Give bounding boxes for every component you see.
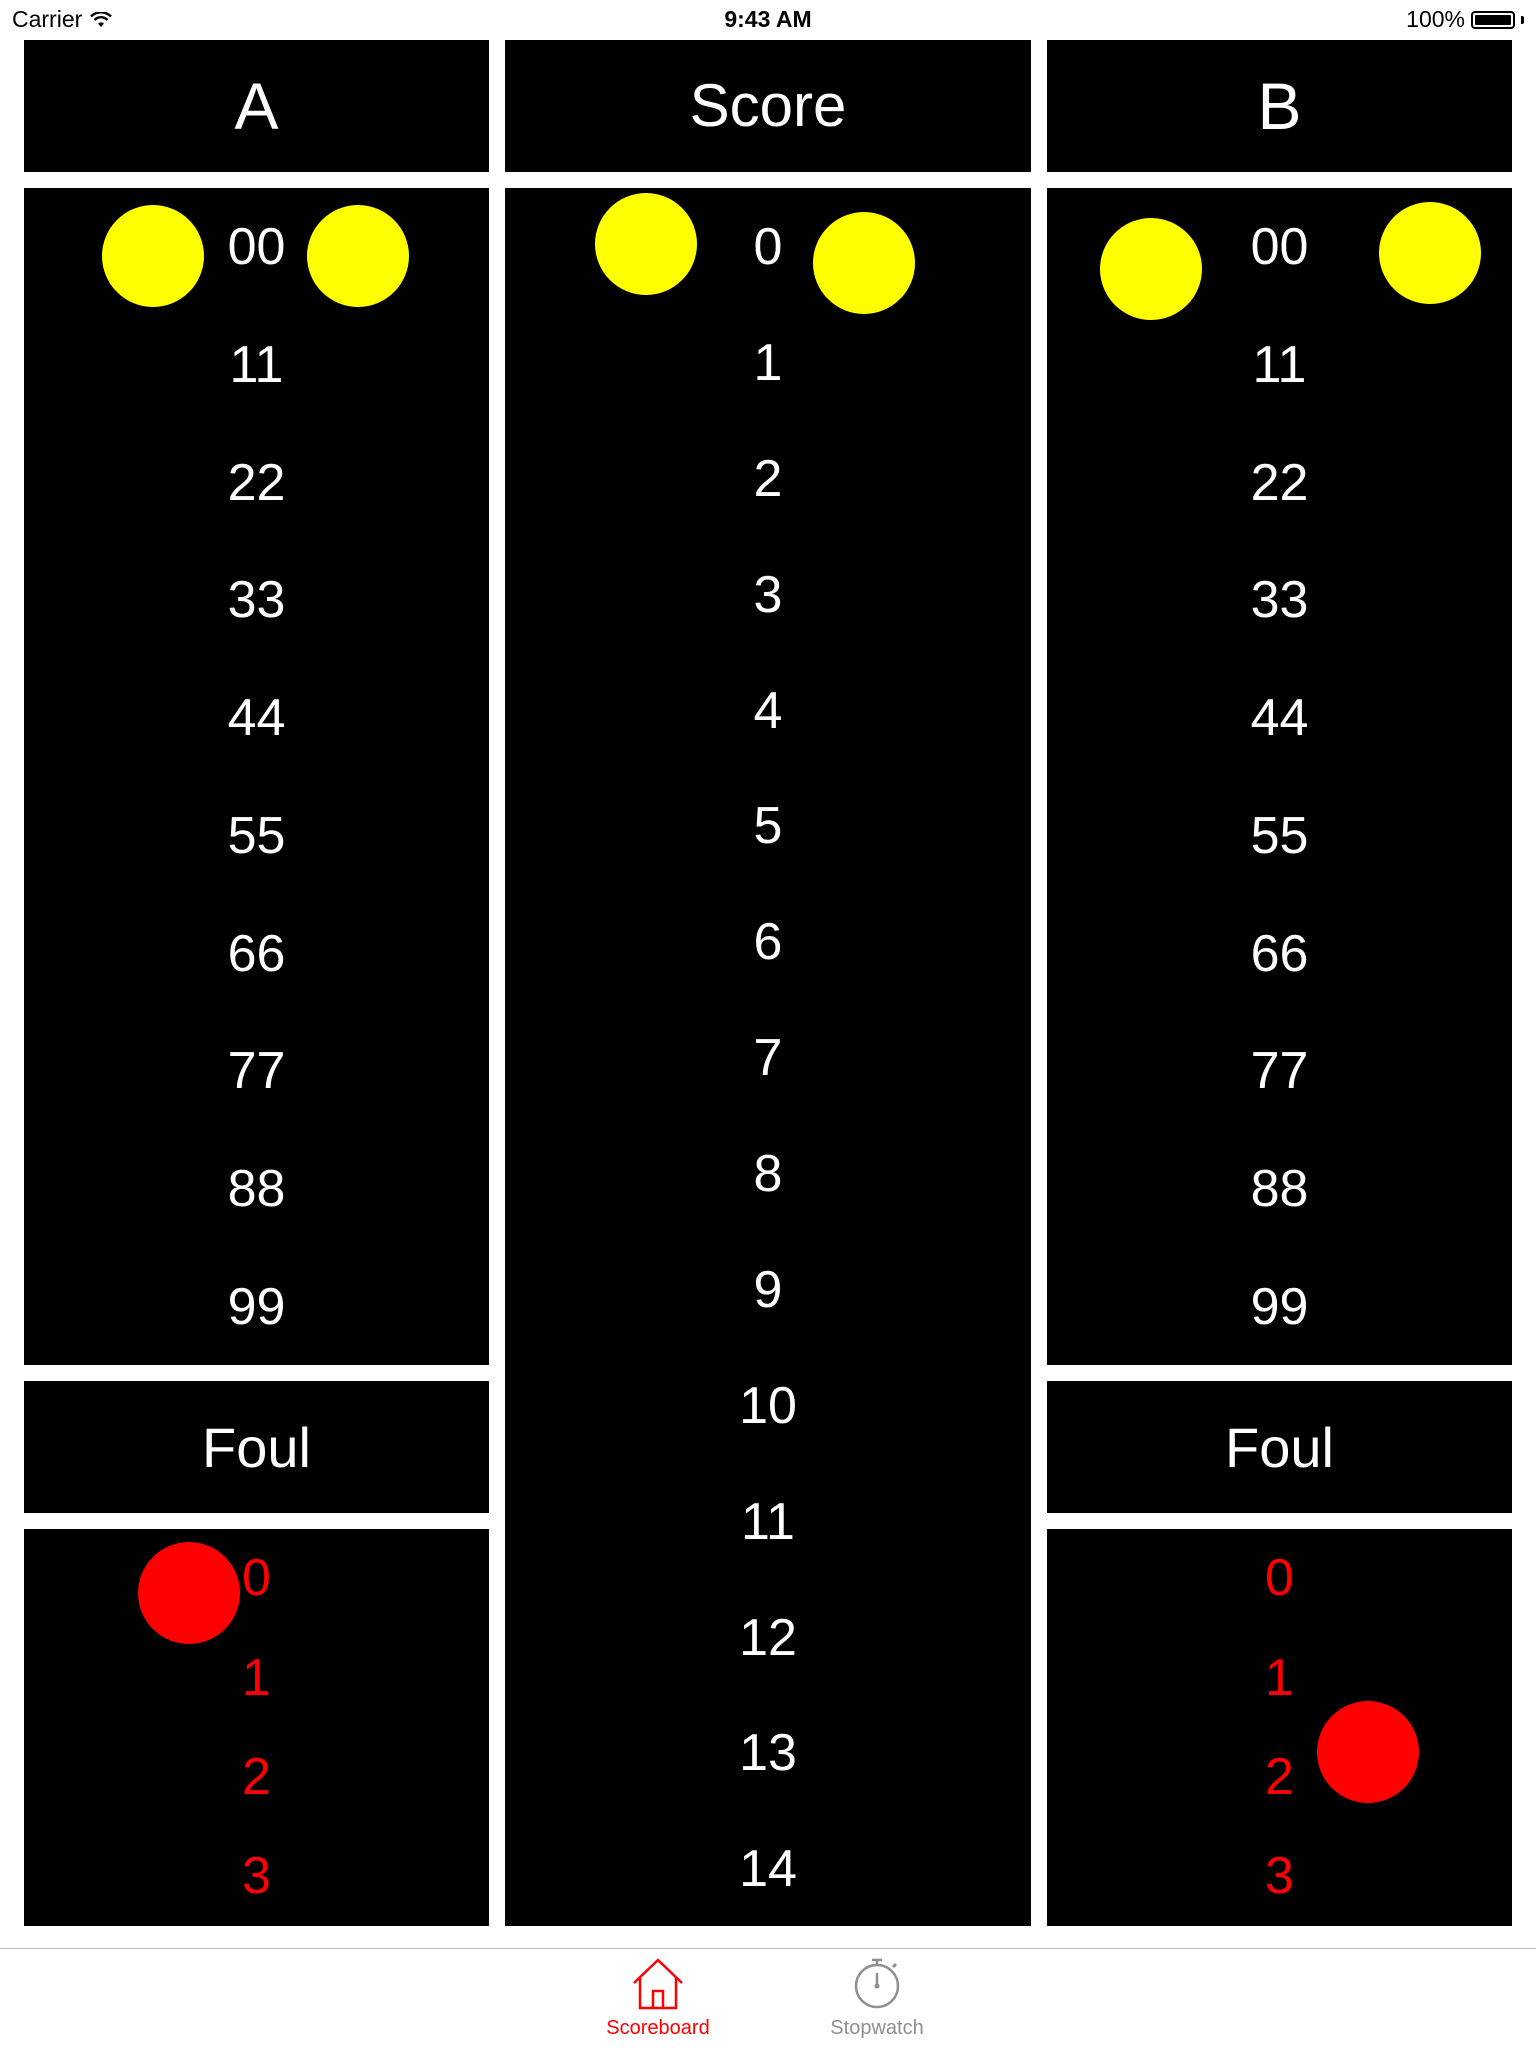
status-bar: Carrier 9:43 AM 100% <box>0 0 1536 40</box>
team-a-foul-option[interactable]: 0 <box>24 1548 489 1608</box>
team-a-foul-picker[interactable]: 0 1 2 3 <box>24 1529 489 1926</box>
team-b-foul-option[interactable]: 3 <box>1047 1846 1512 1906</box>
team-a-header: A <box>24 40 489 172</box>
team-b-score-option[interactable]: 99 <box>1047 1277 1512 1337</box>
score-header: Score <box>505 40 1031 172</box>
clock: 9:43 AM <box>724 6 812 32</box>
team-b-score-option[interactable]: 66 <box>1047 924 1512 984</box>
team-b-title: B <box>1257 69 1302 143</box>
battery-tip <box>1521 15 1524 24</box>
score-option[interactable]: 14 <box>505 1839 1031 1899</box>
score-option[interactable]: 4 <box>505 681 1031 741</box>
team-a-score-option[interactable]: 22 <box>24 453 489 513</box>
team-a-foul-option[interactable]: 1 <box>24 1648 489 1708</box>
score-option[interactable]: 11 <box>505 1492 1031 1552</box>
score-option[interactable]: 3 <box>505 565 1031 625</box>
team-b-score-option[interactable]: 11 <box>1047 335 1512 395</box>
team-b-foul-marker[interactable] <box>1317 1701 1419 1803</box>
score-option[interactable]: 10 <box>505 1376 1031 1436</box>
team-b-score-option[interactable]: 33 <box>1047 570 1512 630</box>
team-b-ones-marker[interactable] <box>1379 202 1481 304</box>
team-a-score-option[interactable]: 00 <box>24 217 489 277</box>
score-option[interactable]: 12 <box>505 1608 1031 1668</box>
team-b-score-picker[interactable]: 00 11 22 33 44 55 66 77 88 99 <box>1047 188 1512 1365</box>
team-a-foul-option[interactable]: 3 <box>24 1846 489 1906</box>
team-a-title: A <box>234 69 279 143</box>
battery-percent: 100% <box>1406 6 1465 32</box>
score-option[interactable]: 0 <box>505 217 1031 277</box>
team-a-score-option[interactable]: 99 <box>24 1277 489 1337</box>
team-b-foul-title: Foul <box>1225 1416 1334 1479</box>
team-b-header: B <box>1047 40 1512 172</box>
team-b-foul-header: Foul <box>1047 1381 1512 1513</box>
battery-group: 100% <box>1406 6 1524 33</box>
score-title: Score <box>689 72 847 139</box>
tab-bar: Scoreboard Stopwatch <box>0 1948 1536 2048</box>
team-b-foul-option[interactable]: 2 <box>1047 1747 1512 1807</box>
team-a-score-option[interactable]: 77 <box>24 1041 489 1101</box>
team-a-foul-title: Foul <box>202 1416 311 1479</box>
team-b-foul-option[interactable]: 0 <box>1047 1548 1512 1608</box>
battery-icon <box>1471 10 1515 29</box>
team-a-score-option[interactable]: 88 <box>24 1159 489 1219</box>
team-a-score-option[interactable]: 33 <box>24 570 489 630</box>
tab-stopwatch[interactable]: Stopwatch <box>797 1955 957 2040</box>
score-option[interactable]: 9 <box>505 1260 1031 1320</box>
score-option[interactable]: 5 <box>505 796 1031 856</box>
team-b-score-option[interactable]: 44 <box>1047 688 1512 748</box>
team-a-tens-marker[interactable] <box>102 205 204 307</box>
house-icon <box>633 1958 683 2010</box>
score-option[interactable]: 13 <box>505 1723 1031 1783</box>
tab-stopwatch-label: Stopwatch <box>830 2017 924 2039</box>
team-a-score-option[interactable]: 11 <box>24 335 489 395</box>
team-b-foul-picker[interactable]: 0 1 2 3 <box>1047 1529 1512 1926</box>
team-b-score-option[interactable]: 88 <box>1047 1159 1512 1219</box>
team-a-score-option[interactable]: 44 <box>24 688 489 748</box>
score-right-marker[interactable] <box>813 212 915 314</box>
team-b-score-option[interactable]: 22 <box>1047 453 1512 513</box>
score-option[interactable]: 2 <box>505 449 1031 509</box>
score-left-marker[interactable] <box>595 193 697 295</box>
team-a-ones-marker[interactable] <box>307 205 409 307</box>
score-option[interactable]: 7 <box>505 1028 1031 1088</box>
score-picker[interactable]: 0 1 2 3 4 5 6 7 8 9 10 11 12 13 14 <box>505 188 1031 1926</box>
score-option[interactable]: 1 <box>505 333 1031 393</box>
tab-scoreboard[interactable]: Scoreboard <box>578 1955 738 2040</box>
team-a-foul-option[interactable]: 2 <box>24 1747 489 1807</box>
team-b-score-option[interactable]: 55 <box>1047 806 1512 866</box>
tab-scoreboard-label: Scoreboard <box>606 2017 710 2039</box>
team-b-tens-marker[interactable] <box>1100 218 1202 320</box>
team-b-foul-option[interactable]: 1 <box>1047 1648 1512 1708</box>
score-option[interactable]: 6 <box>505 912 1031 972</box>
team-a-score-option[interactable]: 66 <box>24 924 489 984</box>
team-b-score-option[interactable]: 77 <box>1047 1041 1512 1101</box>
team-a-foul-marker[interactable] <box>138 1542 240 1644</box>
score-option[interactable]: 8 <box>505 1144 1031 1204</box>
team-a-score-option[interactable]: 55 <box>24 806 489 866</box>
team-a-foul-header: Foul <box>24 1381 489 1513</box>
team-a-score-picker[interactable]: 00 11 22 33 44 55 66 77 88 99 <box>24 188 489 1365</box>
stopwatch-icon <box>854 1958 900 2009</box>
